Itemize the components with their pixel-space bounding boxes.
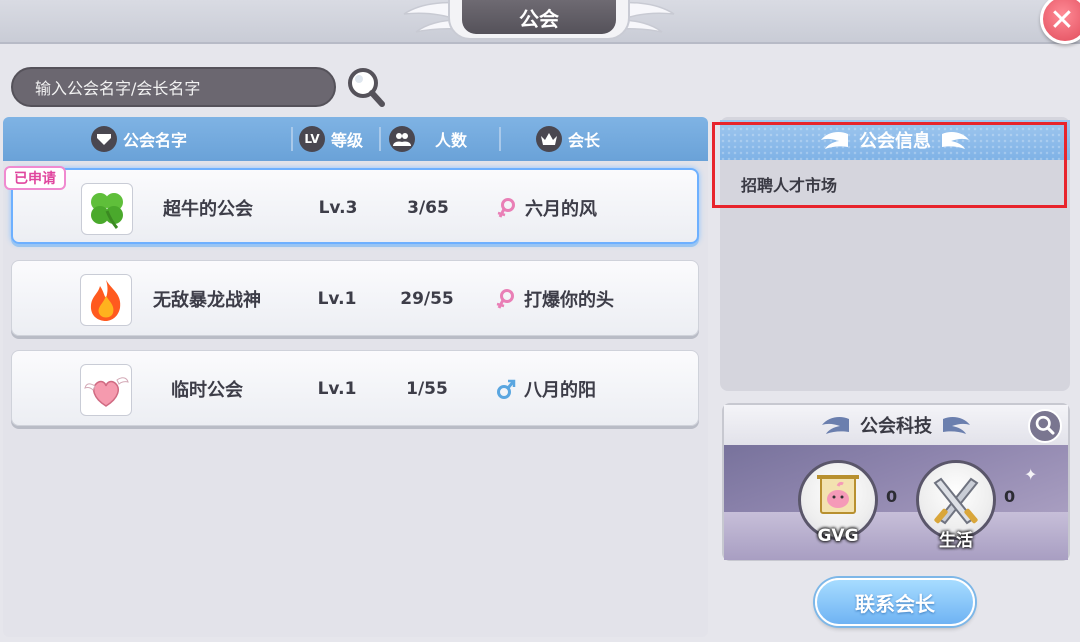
crown-icon: [536, 126, 562, 152]
search-placeholder: 输入公会名字/会长名字: [35, 79, 201, 98]
contact-leader-button[interactable]: 联系会长: [815, 578, 975, 626]
header-divider: [291, 127, 293, 151]
left-wing-icon: [822, 417, 849, 434]
guild-flag-icon: [91, 126, 117, 152]
table-header: 公会名字 LV 等级 人数 会长: [3, 117, 708, 161]
guild-tech-title: 公会科技: [860, 416, 932, 437]
guild-leader: 六月的风: [497, 170, 667, 246]
header-members: 人数: [389, 117, 467, 161]
guild-level: Lv.1: [317, 289, 357, 309]
header-leader: 会长: [536, 117, 600, 161]
guild-level: Lv.3: [318, 198, 358, 218]
male-icon: [497, 379, 516, 399]
guild-members: 1/55: [406, 379, 448, 399]
highlight-box: [712, 122, 1067, 208]
guild-leader-name: 打爆你的头: [524, 290, 614, 311]
guild-level: Lv.1: [317, 379, 357, 399]
header-level: LV 等级: [299, 117, 363, 161]
guild-row[interactable]: 临时公会 Lv.1 1/55 八月的阳: [11, 350, 699, 426]
search-input[interactable]: 输入公会名字/会长名字: [11, 67, 336, 107]
guild-tech-header: 公会科技: [724, 405, 1068, 445]
right-wing-icon: [943, 417, 970, 434]
guild-leader-name: 六月的风: [525, 199, 597, 220]
tech-count: 0: [1004, 487, 1016, 506]
header-divider: [379, 127, 381, 151]
people-icon: [389, 126, 415, 152]
tech-search-icon[interactable]: [1028, 409, 1062, 443]
level-icon: LV: [299, 126, 325, 152]
header-name: 公会名字: [91, 117, 187, 161]
guild-members: 3/65: [407, 198, 449, 218]
guild-row[interactable]: 无敌暴龙战神 Lv.1 29/55 打爆你的头: [11, 260, 699, 336]
guild-members: 29/55: [400, 289, 454, 309]
header-name-label: 公会名字: [123, 131, 188, 150]
tech-floor: [724, 512, 1068, 560]
header-level-label: 等级: [331, 131, 364, 150]
female-icon: [496, 289, 514, 309]
guild-leader-name: 八月的阳: [524, 380, 596, 401]
guild-name: 临时公会: [171, 380, 243, 401]
sparkle-icon: ✦: [1024, 465, 1038, 484]
close-icon: ✕: [1049, 2, 1075, 38]
tech-label: 生活: [939, 531, 973, 551]
header-divider: [499, 127, 501, 151]
guild-leader: 八月的阳: [496, 351, 666, 427]
header-members-label: 人数: [435, 131, 468, 150]
header-leader-label: 会长: [568, 131, 601, 150]
tech-count: 0: [886, 487, 898, 506]
guild-row[interactable]: 超牛的公会 Lv.3 3/65 六月的风: [11, 168, 699, 244]
female-icon: [497, 198, 515, 218]
window-title: 公会: [462, 0, 616, 34]
tech-label: GVG: [817, 526, 859, 546]
applied-badge: 已申请: [4, 166, 66, 190]
guild-leader: 打爆你的头: [496, 261, 666, 337]
guild-name: 超牛的公会: [163, 199, 253, 220]
search-icon[interactable]: [346, 66, 386, 108]
guild-name: 无敌暴龙战神: [153, 290, 261, 311]
